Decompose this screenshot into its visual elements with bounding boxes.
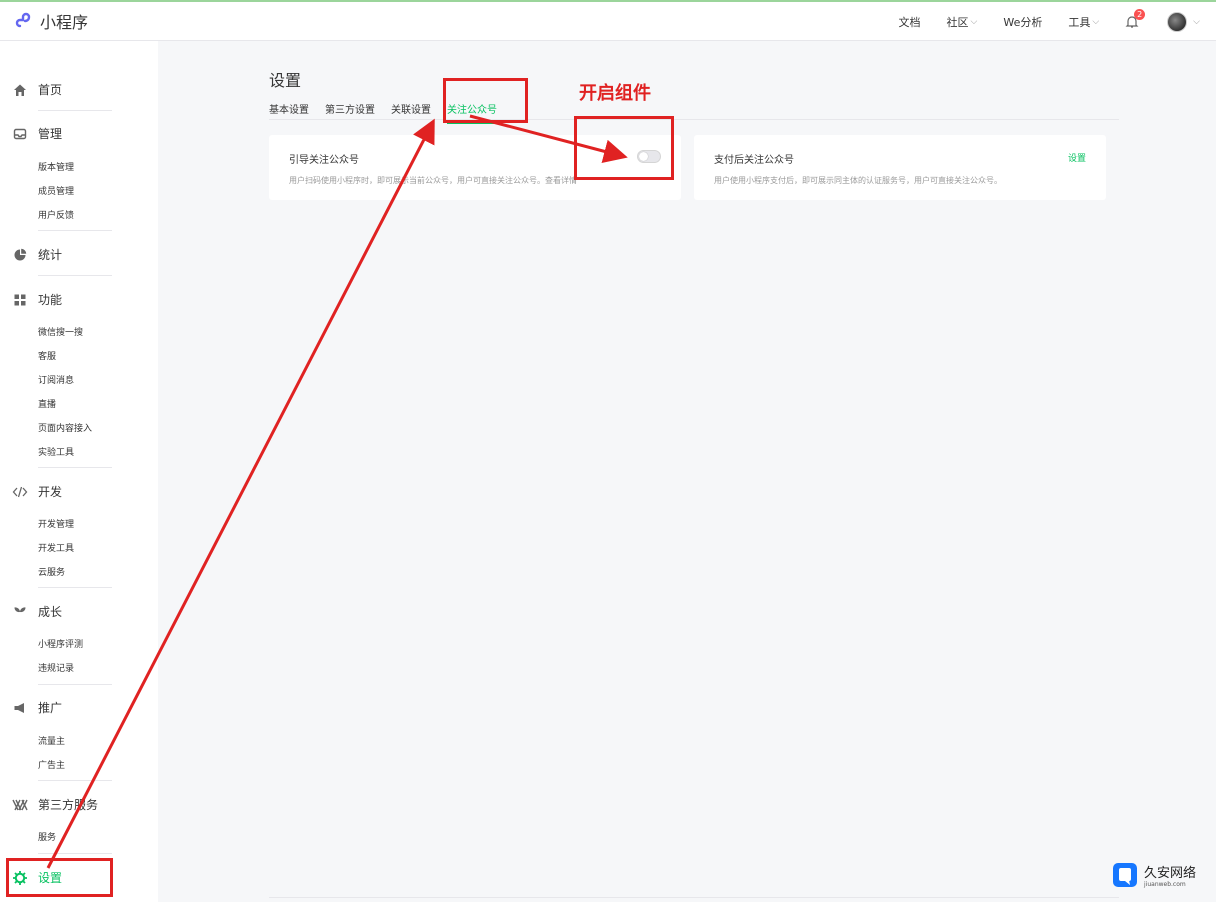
divider	[38, 587, 112, 588]
chevron-down-icon: ⌵	[1092, 16, 1100, 27]
chevron-down-icon: ⌵	[970, 16, 978, 27]
card-follow-after-payment: 支付后关注公众号 用户使用小程序支付后，即可展示同主体的认证服务号，用户可直接关…	[694, 135, 1106, 200]
user-menu[interactable]: ⌵	[1167, 11, 1200, 32]
nav-docs[interactable]: 文档	[899, 14, 921, 30]
sidebar-item-services[interactable]: 服务	[38, 830, 56, 843]
sidebar-item-label: 统计	[38, 248, 63, 262]
sidebar-group-thirdparty[interactable]: 第三方服务	[12, 796, 98, 813]
sidebar-group-label: 推广	[38, 701, 63, 715]
app-name: 小程序	[40, 13, 89, 32]
card-title: 支付后关注公众号	[714, 155, 794, 166]
sidebar-group-label: 功能	[38, 293, 63, 307]
sidebar-group-features[interactable]: 功能	[12, 291, 62, 308]
home-icon	[12, 82, 28, 98]
sidebar-item-member-management[interactable]: 成员管理	[38, 184, 74, 197]
divider	[38, 684, 112, 685]
sidebar-group-label: 管理	[38, 127, 63, 141]
divider	[38, 853, 112, 854]
sidebar-item-subscribe-messages[interactable]: 订阅消息	[38, 373, 74, 386]
third-party-icon	[12, 797, 28, 813]
divider	[38, 230, 112, 231]
pie-chart-icon	[12, 247, 28, 263]
nav-weanalysis[interactable]: We分析	[1003, 14, 1042, 30]
divider	[38, 110, 112, 111]
nav-community-label: 社区	[946, 15, 969, 29]
settings-tabs: 基本设置 第三方设置 关联设置 关注公众号	[269, 101, 497, 124]
tab-basic-settings[interactable]: 基本设置	[269, 101, 309, 119]
enable-switch[interactable]	[637, 150, 661, 163]
nav-tools[interactable]: 工具 ⌵	[1068, 14, 1099, 30]
grid-icon	[12, 292, 28, 308]
watermark-logo-icon	[1113, 863, 1137, 887]
sidebar-group-label: 第三方服务	[38, 798, 99, 812]
sidebar-item-user-feedback[interactable]: 用户反馈	[38, 208, 74, 221]
gear-icon	[12, 870, 28, 886]
chevron-down-icon: ⌵	[1193, 16, 1200, 27]
code-icon	[12, 484, 28, 500]
sidebar-item-evaluation[interactable]: 小程序评测	[38, 637, 83, 650]
sidebar-item-dev-management[interactable]: 开发管理	[38, 517, 74, 530]
annotation-label: 开启组件	[579, 83, 651, 104]
sidebar: 首页 管理 版本管理 成员管理 用户反馈 统计 功能 微信搜一搜 客服 订阅消息…	[0, 41, 158, 902]
tab-link-settings[interactable]: 关联设置	[391, 101, 431, 119]
sidebar-item-customer-service[interactable]: 客服	[38, 349, 56, 362]
divider	[269, 897, 1119, 898]
card-title: 引导关注公众号	[289, 155, 359, 166]
divider	[38, 275, 112, 276]
sidebar-item-label: 设置	[38, 871, 63, 885]
sidebar-item-home[interactable]: 首页	[12, 81, 62, 98]
sidebar-group-label: 成长	[38, 605, 63, 619]
page-title: 设置	[269, 71, 302, 90]
sidebar-item-traffic-owner[interactable]: 流量主	[38, 734, 65, 747]
sidebar-item-violation-records[interactable]: 违规记录	[38, 661, 74, 674]
sidebar-item-label: 首页	[38, 83, 63, 97]
sidebar-group-growth[interactable]: 成长	[12, 603, 62, 620]
watermark-url: jiuanweb.com	[1144, 881, 1186, 888]
sidebar-group-label: 开发	[38, 485, 63, 499]
avatar	[1167, 11, 1188, 32]
sidebar-item-experiment-tools[interactable]: 实验工具	[38, 445, 74, 458]
app-logo[interactable]: 小程序	[14, 9, 88, 33]
tab-third-party-settings[interactable]: 第三方设置	[325, 101, 375, 119]
sidebar-item-stats[interactable]: 统计	[12, 246, 62, 263]
sidebar-group-promote[interactable]: 推广	[12, 699, 62, 716]
sidebar-item-settings[interactable]: 设置	[12, 869, 62, 886]
sprout-icon	[12, 604, 28, 620]
sidebar-item-advertiser[interactable]: 广告主	[38, 758, 65, 771]
sidebar-group-manage[interactable]: 管理	[12, 125, 62, 142]
megaphone-icon	[12, 700, 28, 716]
card-description: 用户扫码使用小程序时，即可展示当前公众号，用户可直接关注公众号。查看详情	[289, 176, 577, 185]
miniprogram-logo-icon	[15, 12, 31, 28]
sidebar-group-dev[interactable]: 开发	[12, 483, 62, 500]
watermark-name: 久安网络	[1144, 866, 1197, 881]
watermark-text: 久安网络 jiuanweb.com	[1144, 862, 1196, 888]
top-bar: 小程序 文档 社区 ⌵ We分析 工具 ⌵ 2 ⌵	[0, 0, 1216, 41]
inbox-icon	[12, 126, 28, 142]
nav-tools-label: 工具	[1068, 15, 1091, 29]
sidebar-item-cloud-service[interactable]: 云服务	[38, 565, 65, 578]
tab-follow-official-account[interactable]: 关注公众号	[447, 101, 497, 124]
divider	[38, 467, 112, 468]
top-nav: 文档 社区 ⌵ We分析 工具 ⌵ 2 ⌵	[899, 2, 1216, 41]
sidebar-item-page-content[interactable]: 页面内容接入	[38, 421, 92, 434]
sidebar-item-dev-tools[interactable]: 开发工具	[38, 541, 74, 554]
nav-community[interactable]: 社区 ⌵	[947, 14, 978, 30]
card-guide-follow: 引导关注公众号 用户扫码使用小程序时，即可展示当前公众号，用户可直接关注公众号。…	[269, 135, 681, 200]
sidebar-item-live[interactable]: 直播	[38, 397, 56, 410]
sidebar-item-wechat-search[interactable]: 微信搜一搜	[38, 325, 83, 338]
notification-button[interactable]: 2	[1125, 8, 1146, 30]
watermark: 久安网络 jiuanweb.com	[1112, 862, 1196, 888]
notification-badge: 2	[1134, 8, 1146, 20]
sidebar-item-version-management[interactable]: 版本管理	[38, 160, 74, 173]
tab-divider	[269, 119, 1119, 120]
card-description: 用户使用小程序支付后，即可展示同主体的认证服务号，用户可直接关注公众号。	[714, 176, 1002, 185]
settings-link[interactable]: 设置	[1068, 151, 1086, 164]
divider	[38, 780, 112, 781]
